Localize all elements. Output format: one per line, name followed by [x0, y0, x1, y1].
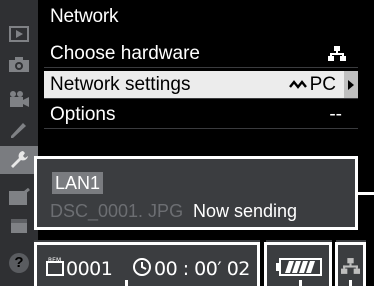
tab-my-menu[interactable] — [5, 212, 33, 240]
menu-item-options[interactable]: Options -- — [44, 101, 358, 128]
remaining-count: 0001 — [66, 258, 113, 280]
menu-divider — [44, 98, 358, 99]
tab-photo-shooting[interactable] — [5, 50, 33, 78]
menu-title: Network — [50, 6, 119, 27]
movie-icon — [10, 91, 29, 107]
time-remaining: 00 : 00′ 02 — [154, 258, 250, 280]
chevron-right-icon — [348, 79, 354, 90]
help-icon[interactable]: ? — [9, 253, 29, 273]
battery-icon — [276, 258, 322, 276]
menu-item-label: Choose hardware — [50, 43, 200, 64]
menu-item-network-settings[interactable]: Network settings PC — [44, 71, 358, 98]
menu-divider — [44, 128, 358, 129]
remaining-images-icon: REM — [46, 257, 64, 276]
menu-item-choose-hardware[interactable]: Choose hardware — [44, 40, 358, 67]
playback-icon — [9, 26, 29, 42]
network-settings-value-text: PC — [309, 74, 336, 95]
tab-custom-settings[interactable] — [5, 116, 33, 144]
menu-item-label: Options — [50, 104, 116, 125]
tab-movie-shooting[interactable] — [5, 86, 33, 114]
menu-tab-strip — [0, 0, 38, 286]
callout-line — [125, 280, 128, 286]
connection-icon — [288, 79, 307, 89]
submenu-arrow[interactable] — [344, 71, 358, 98]
callout-line — [299, 280, 302, 286]
menu-item-label: Network settings — [50, 74, 191, 95]
pencil-icon — [11, 123, 26, 138]
network-settings-value: PC — [288, 71, 336, 98]
sending-filename: DSC_0001. JPG — [50, 201, 184, 221]
clock-icon — [133, 258, 151, 276]
tab-retouch[interactable] — [5, 183, 33, 211]
network-icon — [328, 46, 346, 62]
svg-text:REM: REM — [48, 257, 61, 264]
menu-divider — [44, 67, 358, 68]
tab-playback[interactable] — [5, 20, 33, 48]
my-menu-icon — [11, 219, 27, 233]
callout-line — [349, 280, 352, 286]
camera-menu-screen: ? Network Choose hardware Network settin… — [0, 0, 374, 286]
network-profile-name: LAN1 — [52, 172, 104, 194]
callout-line — [358, 192, 374, 195]
retouch-icon — [9, 188, 30, 205]
tab-setup[interactable] — [0, 146, 38, 174]
wrench-icon — [11, 151, 28, 168]
sending-status-text: Now sending — [193, 201, 298, 221]
camera-icon — [9, 56, 29, 72]
network-connection-icon — [341, 258, 360, 274]
options-value: -- — [329, 104, 342, 125]
